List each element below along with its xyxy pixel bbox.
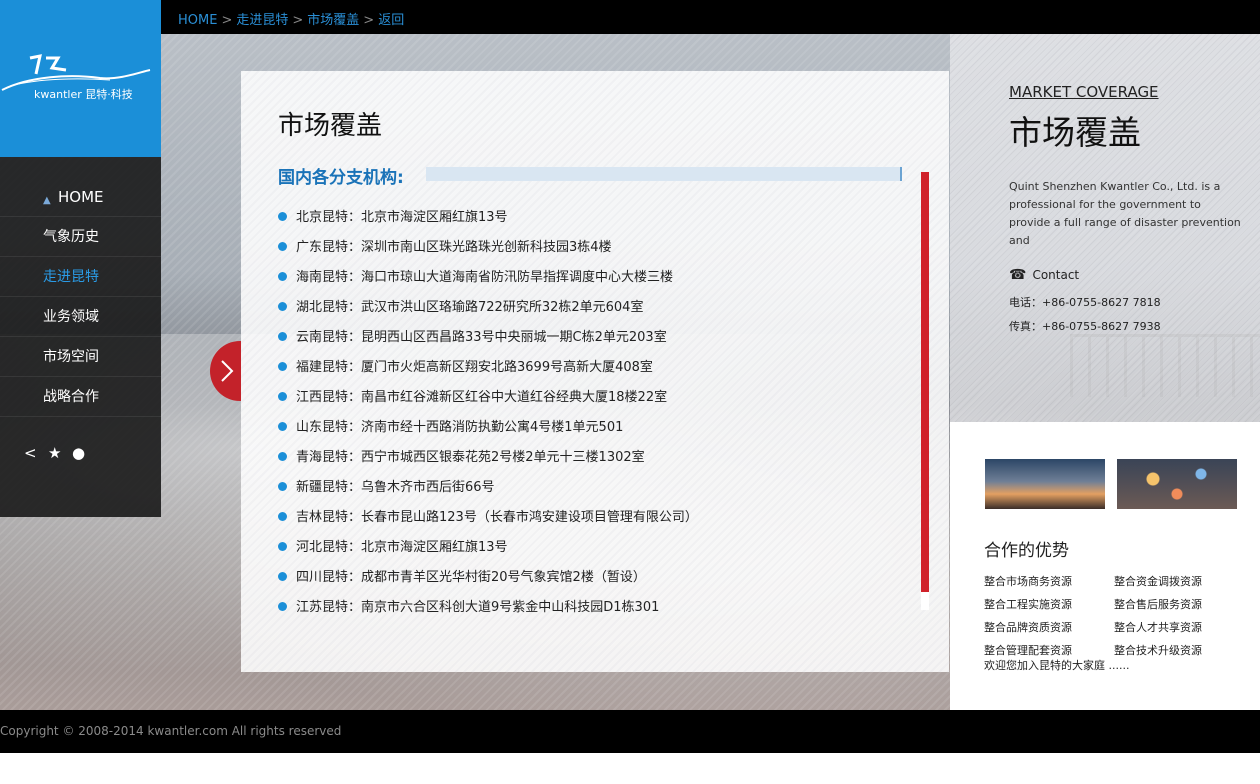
branch-text: 海南昆特：海口市琼山大道海南省防汛防旱指挥调度中心大楼三楼	[296, 270, 674, 285]
top-bar: HOME > 走进昆特 > 市场覆盖 > 返回	[0, 0, 1260, 34]
bullet-icon	[278, 572, 287, 581]
sidebar-item-about[interactable]: 走进昆特	[0, 257, 161, 297]
bullet-icon	[278, 212, 287, 221]
wechat-icon[interactable]: ●	[72, 444, 96, 462]
branch-item: 北京昆特：北京市海淀区厢红旗13号	[278, 203, 698, 233]
branch-item: 海南昆特：海口市琼山大道海南省防汛防旱指挥调度中心大楼三楼	[278, 263, 698, 293]
branch-text: 福建昆特：厦门市火炬高新区翔安北路3699号高新大厦408室	[296, 360, 653, 375]
section-divider	[426, 167, 902, 181]
branch-item: 云南昆特：昆明西山区西昌路33号中央丽城一期C栋2单元203室	[278, 323, 698, 353]
footer: Copyright © 2008-2014 kwantler.com All r…	[0, 710, 1260, 753]
branch-item: 山东昆特：济南市经十西路消防执勤公寓4号楼1单元501	[278, 413, 698, 443]
breadcrumb-home[interactable]: HOME	[178, 13, 217, 28]
bullet-icon	[278, 362, 287, 371]
advantages-title: 合作的优势	[984, 541, 1069, 561]
market-heading-cn: 市场覆盖	[1009, 113, 1141, 152]
breadcrumb-separator: >	[292, 13, 304, 28]
right-panel-advantages: 合作的优势 整合市场商务资源 整合资金调拨资源整合工程实施资源 整合售后服务资源整合…	[950, 422, 1260, 710]
contact-label: Contact	[1032, 268, 1080, 282]
share-icon[interactable]: <	[24, 444, 48, 462]
phone-icon: ☎	[1009, 267, 1027, 283]
sunset-thumbnail[interactable]	[985, 459, 1105, 509]
branch-item: 青海昆特：西宁市城西区银泰花苑2号楼2单元十三楼1302室	[278, 443, 698, 473]
sidebar-item-weather-history[interactable]: 气象历史	[0, 217, 161, 257]
social-icons: < ★ ●	[24, 443, 96, 462]
branch-text: 北京昆特：北京市海淀区厢红旗13号	[296, 210, 508, 225]
branch-item: 江西昆特：南昌市红谷滩新区红谷中大道红谷经典大厦18楼22室	[278, 383, 698, 413]
sidebar-item-label: HOME	[58, 188, 104, 206]
home-icon: ▲	[43, 195, 51, 206]
about-text: Quint Shenzhen Kwantler Co., Ltd. is a p…	[1009, 180, 1241, 247]
sidebar-item-business[interactable]: 业务领域	[0, 297, 161, 337]
bullet-icon	[278, 302, 287, 311]
branch-item: 江苏昆特：南京市六合区科创大道9号紫金中山科技园D1栋301	[278, 593, 698, 623]
breadcrumb-about[interactable]: 走进昆特	[236, 13, 288, 28]
branch-text: 山东昆特：济南市经十西路消防执勤公寓4号楼1单元501	[296, 420, 624, 435]
section-heading: 国内各分支机构:	[278, 168, 404, 188]
breadcrumb-back[interactable]: 返回	[378, 13, 404, 28]
bullet-icon	[278, 542, 287, 551]
advantage-item: 整合工程实施资源	[984, 598, 1072, 611]
bullet-icon	[278, 482, 287, 491]
advantage-item: 整合人才共享资源	[1114, 621, 1202, 634]
scrollbar-thumb[interactable]	[921, 172, 929, 592]
star-icon[interactable]: ★	[48, 444, 72, 462]
city-lights-thumbnail[interactable]	[1117, 459, 1237, 509]
copyright-text: Copyright © 2008-2014 kwantler.com All r…	[0, 724, 342, 738]
page-title: 市场覆盖	[278, 111, 383, 141]
branch-text: 青海昆特：西宁市城西区银泰花苑2号楼2单元十三楼1302室	[296, 450, 645, 465]
sidebar-item-home[interactable]: ▲ HOME	[0, 177, 161, 217]
breadcrumb-separator: >	[363, 13, 375, 28]
logo-text: kwantler 昆特·科技	[34, 88, 133, 101]
branch-text: 湖北昆特：武汉市洪山区珞瑜路722研究所32栋2单元604室	[296, 300, 644, 315]
advantage-item: 整合资金调拨资源	[1114, 575, 1202, 588]
logo[interactable]: kwantler 昆特·科技	[0, 0, 161, 157]
advantage-item: 整合技术升级资源	[1114, 644, 1202, 657]
breadcrumb: HOME > 走进昆特 > 市场覆盖 > 返回	[178, 9, 404, 28]
fax-number: 传真：+86-0755-8627 7938	[1009, 320, 1161, 333]
advantage-item: 整合售后服务资源	[1114, 598, 1202, 611]
market-heading-en: MARKET COVERAGE	[1009, 83, 1159, 101]
branch-text: 四川昆特：成都市青羊区光华村街20号气象宾馆2楼（暂设）	[296, 570, 646, 585]
advantage-item: 整合市场商务资源	[984, 575, 1072, 588]
branch-item: 吉林昆特：长春市昆山路123号（长春市鸿安建设项目管理有限公司）	[278, 503, 698, 533]
breadcrumb-market[interactable]: 市场覆盖	[307, 13, 359, 28]
branch-item: 四川昆特：成都市青羊区光华村街20号气象宾馆2楼（暂设）	[278, 563, 698, 593]
bullet-icon	[278, 332, 287, 341]
bullet-icon	[278, 422, 287, 431]
sidebar-item-market[interactable]: 市场空间	[0, 337, 161, 377]
content-card: 市场覆盖 国内各分支机构: 北京昆特：北京市海淀区厢红旗13号广东昆特：深圳市南…	[241, 71, 949, 672]
branch-item: 河北昆特：北京市海淀区厢红旗13号	[278, 533, 698, 563]
bullet-icon	[278, 512, 287, 521]
branch-text: 河北昆特：北京市海淀区厢红旗13号	[296, 540, 508, 555]
sidebar-nav: ▲ HOME 气象历史 走进昆特 业务领域 市场空间 战略合作	[0, 157, 161, 517]
branch-text: 新疆昆特：乌鲁木齐市西后街66号	[296, 480, 495, 495]
branch-text: 云南昆特：昆明西山区西昌路33号中央丽城一期C栋2单元203室	[296, 330, 667, 345]
branch-item: 新疆昆特：乌鲁木齐市西后街66号	[278, 473, 698, 503]
branch-item: 福建昆特：厦门市火炬高新区翔安北路3699号高新大厦408室	[278, 353, 698, 383]
branch-text: 广东昆特：深圳市南山区珠光路珠光创新科技园3栋4楼	[296, 240, 612, 255]
branch-item: 湖北昆特：武汉市洪山区珞瑜路722研究所32栋2单元604室	[278, 293, 698, 323]
contact-row: ☎ Contact	[1009, 267, 1079, 283]
bullet-icon	[278, 272, 287, 281]
branch-text: 吉林昆特：长春市昆山路123号（长春市鸿安建设项目管理有限公司）	[296, 510, 698, 525]
tel-number: 电话：+86-0755-8627 7818	[1009, 296, 1161, 309]
welcome-link[interactable]: 欢迎您加入昆特的大家庭 ......	[984, 657, 1129, 673]
chevron-right-icon	[221, 360, 234, 382]
right-panel-info: MARKET COVERAGE 市场覆盖 Quint Shenzhen Kwan…	[950, 34, 1260, 422]
bullet-icon	[278, 242, 287, 251]
scrollbar[interactable]	[921, 172, 929, 610]
branch-list: 北京昆特：北京市海淀区厢红旗13号广东昆特：深圳市南山区珠光路珠光创新科技园3栋…	[278, 203, 698, 623]
branch-text: 江西昆特：南昌市红谷滩新区红谷中大道红谷经典大厦18楼22室	[296, 390, 668, 405]
bullet-icon	[278, 452, 287, 461]
advantage-item: 整合品牌资质资源	[984, 621, 1072, 634]
branch-text: 江苏昆特：南京市六合区科创大道9号紫金中山科技园D1栋301	[296, 600, 660, 615]
breadcrumb-separator: >	[221, 13, 233, 28]
bullet-icon	[278, 392, 287, 401]
sidebar-item-partnership[interactable]: 战略合作	[0, 377, 161, 417]
branch-item: 广东昆特：深圳市南山区珠光路珠光创新科技园3栋4楼	[278, 233, 698, 263]
bullet-icon	[278, 602, 287, 611]
advantages-grid: 整合市场商务资源 整合资金调拨资源整合工程实施资源 整合售后服务资源整合品牌资质资源…	[984, 570, 1244, 662]
